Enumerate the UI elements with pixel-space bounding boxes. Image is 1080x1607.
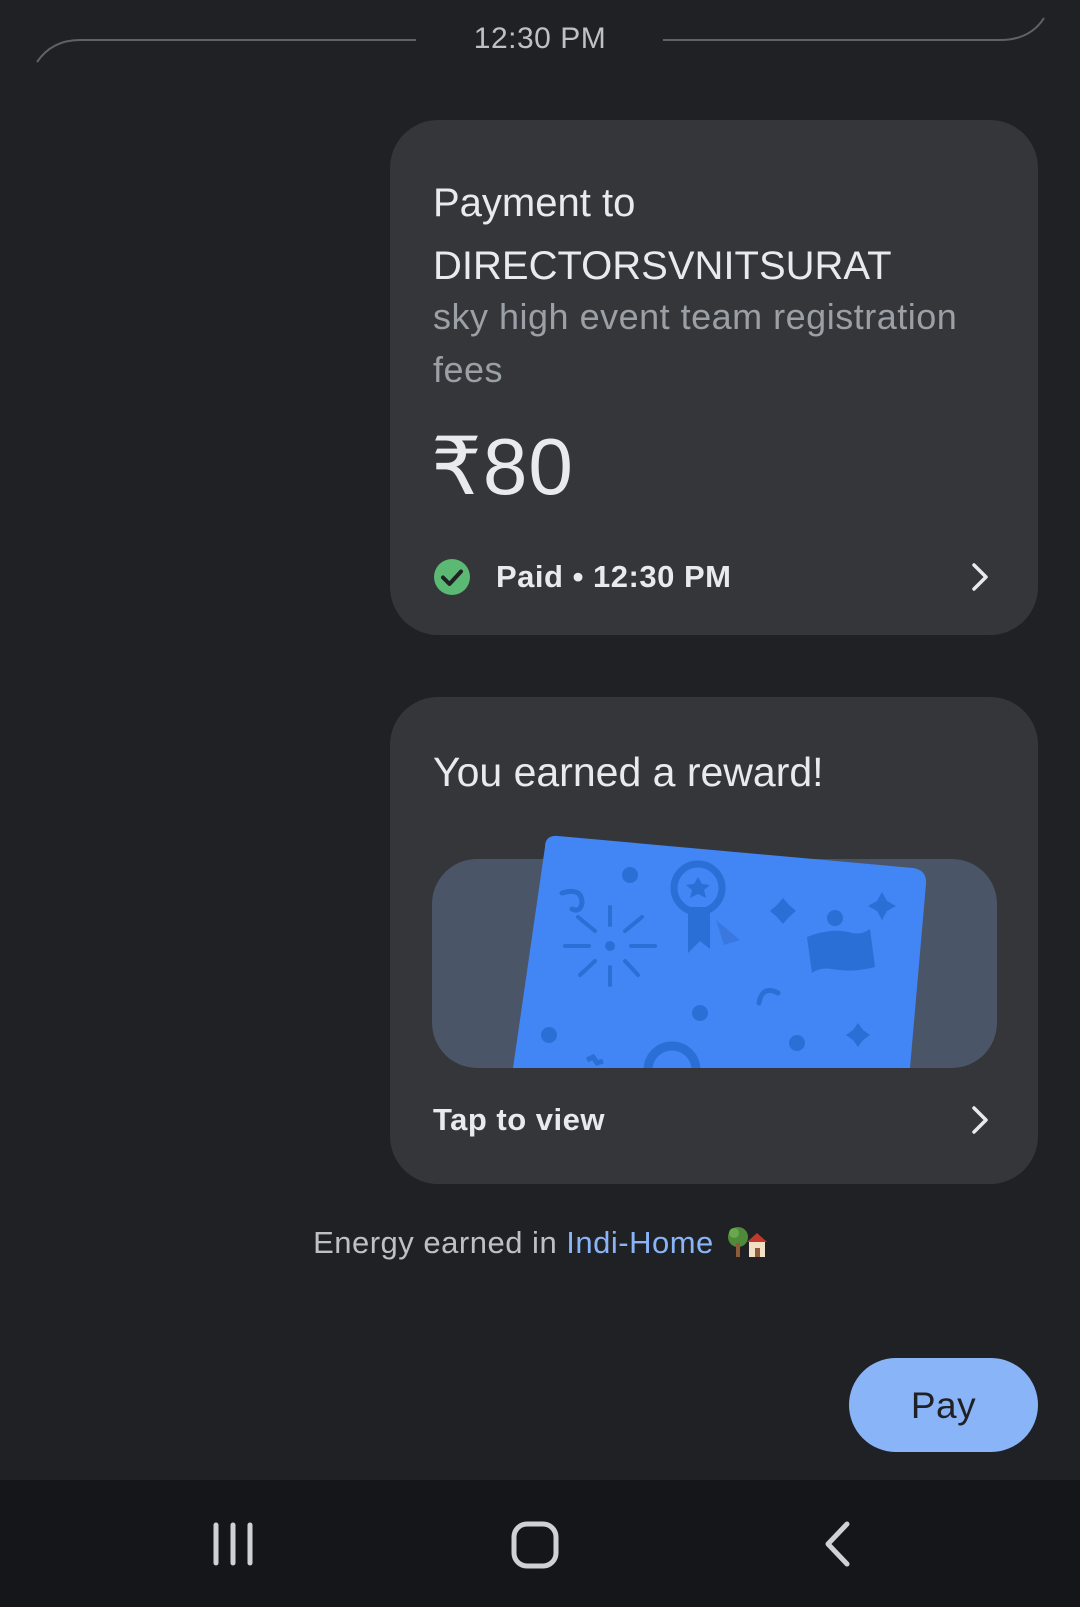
- time-divider: 12:30 PM: [0, 0, 1080, 80]
- payment-title: Payment to DIRECTORSVNITSURAT: [433, 181, 892, 288]
- reward-card[interactable]: You earned a reward! Tap to view: [390, 697, 1038, 1184]
- tap-to-view-label: Tap to view: [433, 1102, 606, 1137]
- energy-earned-line: Energy earned in Indi-Home: [0, 1225, 1080, 1261]
- payment-note: sky high event team registration fees: [433, 296, 958, 390]
- pay-button[interactable]: Pay: [849, 1358, 1038, 1452]
- payment-amount: ₹80: [431, 422, 574, 511]
- home-button[interactable]: [475, 1480, 595, 1607]
- tree-house-icon: [727, 1227, 767, 1257]
- recents-icon: [213, 1522, 253, 1566]
- energy-prefix: Energy earned in: [313, 1225, 567, 1260]
- timestamp-label: 12:30 PM: [473, 22, 607, 55]
- recents-button[interactable]: [174, 1480, 294, 1607]
- back-button[interactable]: [777, 1480, 897, 1607]
- check-circle-icon: [434, 559, 470, 595]
- system-navigation-bar: [0, 1480, 1080, 1607]
- reward-card-illustration: [432, 835, 997, 1068]
- back-icon: [825, 1521, 850, 1567]
- payment-status-row[interactable]: Paid • 12:30 PM: [433, 552, 995, 602]
- reward-title: You earned a reward!: [433, 749, 824, 795]
- chevron-right-icon: [972, 563, 988, 591]
- payment-status-text: Paid • 12:30 PM: [496, 559, 732, 594]
- home-icon: [511, 1521, 559, 1569]
- chevron-right-icon: [972, 1106, 988, 1134]
- tap-to-view-row[interactable]: Tap to view: [433, 1095, 995, 1145]
- indi-home-link[interactable]: Indi-Home: [566, 1225, 714, 1260]
- payment-card[interactable]: Payment to DIRECTORSVNITSURAT sky high e…: [390, 120, 1038, 635]
